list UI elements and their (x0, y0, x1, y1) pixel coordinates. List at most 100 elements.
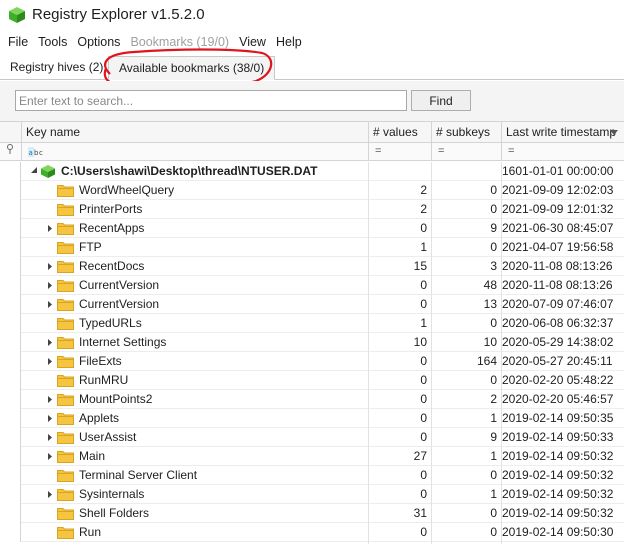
folder-icon (57, 204, 74, 216)
table-row[interactable]: Main 27 1 2019-02-14 09:50:32 (0, 447, 624, 466)
menu-bookmarks[interactable]: Bookmarks (19/0) (125, 33, 234, 51)
table-row[interactable]: UserAssist 0 9 2019-02-14 09:50:33 (0, 428, 624, 447)
expand-arrow-icon[interactable] (45, 390, 55, 409)
expand-arrow-icon[interactable] (45, 352, 55, 371)
key-name: PrinterPorts (79, 202, 143, 216)
table-row[interactable]: CurrentVersion 0 48 2020-11-08 08:13:26 (0, 276, 624, 295)
table-row[interactable]: RecentApps 0 9 2021-06-30 08:45:07 (0, 219, 624, 238)
values-cell: 0 (368, 466, 430, 485)
table-row[interactable]: CurrentVersion 0 13 2020-07-09 07:46:07 (0, 295, 624, 314)
menu-view[interactable]: View (234, 33, 271, 51)
column-values[interactable]: # values (368, 122, 431, 143)
table-row[interactable]: FTP 1 0 2021-04-07 19:56:58 (0, 238, 624, 257)
table-row[interactable]: WordWheelQuery 2 0 2021-09-09 12:02:03 (0, 181, 624, 200)
folder-icon (57, 261, 74, 273)
subkeys-filter[interactable]: = (431, 143, 501, 161)
menu-options[interactable]: Options (72, 33, 125, 51)
expand-arrow-icon[interactable] (45, 333, 55, 352)
menu-tools[interactable]: Tools (33, 33, 72, 51)
expand-arrow-icon[interactable] (45, 428, 55, 447)
key-name: FTP (79, 240, 102, 254)
row-indicator (0, 352, 21, 371)
column-divider (431, 162, 432, 544)
row-indicator (0, 409, 21, 428)
table-row[interactable]: MountPoints2 0 2 2020-02-20 05:46:57 (0, 390, 624, 409)
table-row[interactable]: Sysinternals 0 1 2019-02-14 09:50:32 (0, 485, 624, 504)
table-row[interactable]: Internet Settings 10 10 2020-05-29 14:38:02 (0, 333, 624, 352)
values-cell: 1 (368, 314, 430, 333)
timestamp-cell: 2020-05-27 20:45:11 (501, 352, 624, 371)
tab-available-bookmarks[interactable]: Available bookmarks (38/0) (108, 56, 276, 80)
svg-text:c: c (39, 149, 43, 157)
timestamp-cell: 2019-02-14 09:50:33 (501, 428, 624, 447)
key-name: Applets (79, 411, 120, 425)
expand-arrow-icon[interactable] (45, 257, 55, 276)
expand-arrow-icon[interactable] (45, 447, 55, 466)
values-cell: 0 (368, 390, 430, 409)
values-cell: 27 (368, 447, 430, 466)
expand-arrow-icon[interactable] (45, 219, 55, 238)
menu-help[interactable]: Help (271, 33, 307, 51)
table-row[interactable]: Shell Folders 31 0 2019-02-14 09:50:32 (0, 504, 624, 523)
subkeys-cell: 0 (431, 466, 500, 485)
values-cell: 0 (368, 371, 430, 390)
key-name-filter[interactable]: abc (21, 143, 368, 161)
registry-cube-icon (9, 7, 25, 23)
table-row[interactable]: Run 0 0 2019-02-14 09:50:30 (0, 523, 624, 542)
timestamp-cell: 2020-02-20 05:48:22 (501, 371, 624, 390)
values-cell: 0 (368, 409, 430, 428)
key-name: RecentApps (79, 221, 145, 235)
expand-arrow-icon[interactable] (45, 409, 55, 428)
table-row[interactable]: Applets 0 1 2019-02-14 09:50:35 (0, 409, 624, 428)
subkeys-cell: 164 (431, 352, 500, 371)
subkeys-cell: 1 (431, 485, 500, 504)
search-input[interactable] (15, 90, 407, 111)
subkeys-cell: 13 (431, 295, 500, 314)
timestamp-cell: 2021-09-09 12:02:03 (501, 181, 624, 200)
key-name: RecentDocs (79, 259, 145, 273)
table-row[interactable]: RunMRU 0 0 2020-02-20 05:48:22 (0, 371, 624, 390)
values-cell: 0 (368, 485, 430, 504)
registry-grid: Key name # values # subkeys Last write t… (0, 121, 624, 544)
timestamp-cell: 2020-11-08 08:13:26 (501, 276, 624, 295)
find-button[interactable]: Find (411, 90, 471, 111)
expand-arrow-icon[interactable] (45, 276, 55, 295)
row-indicator (0, 219, 21, 238)
table-row[interactable]: TypedURLs 1 0 2020-06-08 06:32:37 (0, 314, 624, 333)
expand-arrow-icon[interactable] (45, 485, 55, 504)
column-timestamp[interactable]: Last write timestamp (501, 122, 624, 143)
table-row[interactable]: PrinterPorts 2 0 2021-09-09 12:01:32 (0, 200, 624, 219)
table-row-root[interactable]: C:\Users\shawi\Desktop\thread\NTUSER.DAT… (0, 162, 624, 181)
subkeys-cell: 2 (431, 390, 500, 409)
values-cell: 10 (368, 333, 430, 352)
row-indicator (0, 485, 21, 504)
folder-icon (57, 451, 74, 463)
key-name: Internet Settings (79, 335, 167, 349)
timestamp-cell: 2019-02-14 09:50:32 (501, 466, 624, 485)
subkeys-cell: 0 (431, 523, 500, 542)
tab-registry-hives[interactable]: Registry hives (2) (4, 56, 109, 80)
menu-file[interactable]: File (0, 33, 33, 51)
timestamp-cell: 2019-02-14 09:50:32 (501, 447, 624, 466)
key-name: Terminal Server Client (79, 468, 198, 482)
expand-arrow-icon[interactable] (45, 295, 55, 314)
row-indicator (0, 257, 21, 276)
row-indicator-header (0, 122, 21, 143)
table-row[interactable]: FileExts 0 164 2020-05-27 20:45:11 (0, 352, 624, 371)
subkeys-cell: 0 (431, 181, 500, 200)
key-name: MountPoints2 (79, 392, 153, 406)
menu-bar: File Tools Options Bookmarks (19/0) View… (0, 32, 624, 52)
values-filter[interactable]: = (368, 143, 431, 161)
key-name: Run (79, 525, 102, 539)
table-row[interactable]: Terminal Server Client 0 0 2019-02-14 09:50… (0, 466, 624, 485)
row-indicator (0, 181, 21, 200)
row-indicator (0, 447, 21, 466)
expanded-caret-icon[interactable] (29, 162, 39, 181)
table-row[interactable]: RecentDocs 15 3 2020-11-08 08:13:26 (0, 257, 624, 276)
pin-icon (0, 143, 21, 161)
values-cell: 1 (368, 238, 430, 257)
timestamp-filter[interactable]: = (501, 143, 624, 161)
column-subkeys[interactable]: # subkeys (431, 122, 501, 143)
folder-icon (57, 375, 74, 387)
column-key-name[interactable]: Key name (21, 122, 368, 143)
